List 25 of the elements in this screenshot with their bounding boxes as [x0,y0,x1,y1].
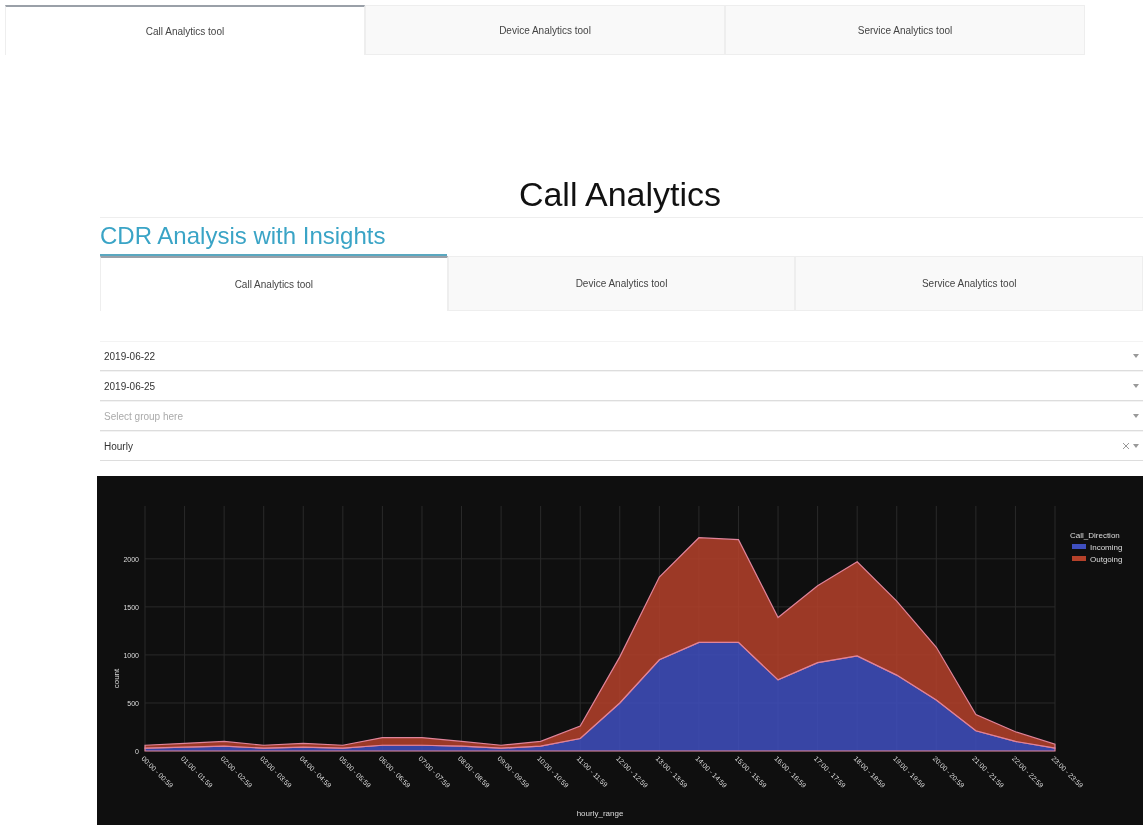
selected-value: Hourly [104,440,134,452]
page-title: Call Analytics [517,174,723,215]
dropdown-field[interactable]: 2019-06-25 [100,371,1143,401]
caret-icon [1133,384,1139,388]
x-axis-label: hourly_range [576,809,624,818]
clear-icon[interactable] [1123,443,1129,449]
header-text: CDR Analysis with Insights [100,222,386,251]
tab[interactable]: Device Analytics tool [447,256,796,311]
legend-label: Incoming [1090,543,1123,552]
caret-icon [1133,444,1139,448]
selected-value: 2019-06-22 [104,350,157,362]
legend-title: Call_Direction [1070,531,1120,540]
y-axis-label: count [112,668,121,689]
tab[interactable]: Device Analytics tool [365,5,725,55]
caret-icon [1133,354,1139,358]
tab[interactable]: Service Analytics tool [795,256,1143,311]
dropdown-field[interactable]: Hourly [100,431,1143,461]
selected-value: 2019-06-25 [104,380,157,392]
tab[interactable]: Call Analytics tool [100,256,448,311]
caret-icon [1133,414,1139,418]
tab[interactable]: Service Analytics tool [725,5,1085,55]
dropdown-field[interactable]: 2019-06-22 [100,341,1143,371]
tab[interactable]: Call Analytics tool [5,5,365,55]
placeholder-text: Select group here [104,410,184,422]
legend-label: Outgoing [1090,555,1123,564]
